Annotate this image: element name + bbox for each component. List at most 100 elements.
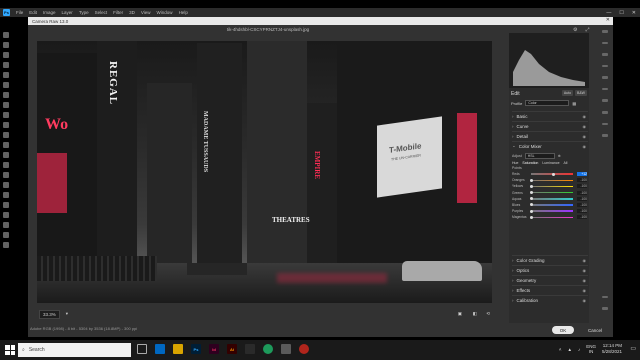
profile-browser-icon[interactable]: ▦	[572, 101, 576, 106]
app-icon[interactable]	[245, 344, 255, 354]
edge-icon[interactable]	[155, 344, 165, 354]
eye-icon[interactable]: ◉	[583, 114, 587, 119]
eye-icon[interactable]: ◉	[583, 298, 587, 303]
slider-value[interactable]: -100	[577, 190, 587, 195]
path-select-tool-icon[interactable]	[3, 202, 9, 208]
zoom-tool-icon[interactable]	[3, 232, 9, 238]
section-calibration[interactable]: › Calibration ◉	[512, 295, 588, 304]
slider-value[interactable]: +12	[577, 172, 587, 177]
slider-thumb[interactable]	[530, 209, 533, 213]
eye-icon[interactable]: ◉	[583, 278, 587, 283]
slider-track[interactable]	[531, 172, 573, 176]
color-swatches-icon[interactable]	[3, 242, 9, 248]
menu-select[interactable]: Select	[95, 10, 108, 15]
file-info[interactable]: Adobe RGB (1998) - 8 bit - 5304 by 3536 …	[30, 326, 137, 331]
menu-layer[interactable]: Layer	[62, 10, 73, 15]
target-adjust-icon[interactable]: ⊕	[558, 154, 561, 158]
taskbar-search[interactable]: ⌕ Search	[18, 343, 131, 357]
crop-rotate-icon[interactable]	[602, 41, 608, 45]
presets-icon[interactable]	[602, 122, 608, 126]
menu-filter[interactable]: Filter	[113, 10, 123, 15]
slider-track[interactable]	[530, 215, 573, 219]
windows-start-icon[interactable]	[5, 345, 15, 355]
history-brush-tool-icon[interactable]	[3, 132, 9, 138]
slider-thumb[interactable]	[530, 191, 533, 195]
file-explorer-icon[interactable]	[173, 344, 183, 354]
language-indicator[interactable]: ENG IN	[586, 344, 596, 354]
type-tool-icon[interactable]	[3, 192, 9, 198]
opera-icon[interactable]	[299, 344, 309, 354]
chrome-icon[interactable]	[263, 344, 273, 354]
slider-track[interactable]	[530, 197, 573, 201]
cancel-button[interactable]: Cancel	[584, 326, 606, 334]
clock[interactable]: 12:14 PM 5/28/2021	[602, 343, 622, 355]
bw-button[interactable]: B&W	[575, 90, 587, 96]
zoom-level[interactable]: 33.3%	[39, 309, 60, 319]
slider-thumb[interactable]	[530, 184, 533, 188]
ok-button[interactable]: OK	[552, 326, 574, 334]
photo-preview[interactable]: Wo REGAL MADAME TUSSAUDS EMPIRE THEATRES…	[37, 41, 492, 303]
snapshots-icon[interactable]	[602, 111, 608, 114]
slider-track[interactable]	[530, 191, 573, 195]
menu-type[interactable]: Type	[79, 10, 89, 15]
move-tool-icon[interactable]	[3, 32, 9, 38]
section-detail[interactable]: › Detail ◉	[512, 131, 588, 140]
slider-value[interactable]: -100	[577, 196, 587, 201]
section-basic[interactable]: › Basic ◉	[512, 111, 588, 120]
photoshop-taskbar-icon[interactable]: Ps	[191, 344, 201, 354]
eye-icon[interactable]: ◉	[583, 288, 587, 293]
eye-icon[interactable]: ◉	[583, 134, 587, 139]
stamp-tool-icon[interactable]	[3, 122, 9, 128]
brush-tool-icon[interactable]	[3, 112, 9, 118]
menu-image[interactable]: Image	[43, 10, 56, 15]
spot-removal-icon[interactable]	[602, 53, 608, 56]
eraser-tool-icon[interactable]	[3, 142, 9, 148]
eyedropper-tool-icon[interactable]	[3, 92, 9, 98]
menu-view[interactable]: View	[141, 10, 151, 15]
lasso-tool-icon[interactable]	[3, 52, 9, 58]
hand-icon[interactable]	[602, 307, 608, 310]
graduated-filter-icon[interactable]	[602, 76, 608, 79]
slider-thumb[interactable]	[530, 215, 533, 219]
section-color-grading[interactable]: › Color Grading ◉	[512, 255, 588, 264]
compare-view-icon[interactable]: ▣	[458, 311, 462, 317]
slider-track[interactable]	[530, 209, 573, 213]
slider-thumb[interactable]	[530, 178, 533, 182]
zoom-icon[interactable]	[602, 295, 608, 299]
quick-select-tool-icon[interactable]	[3, 62, 9, 68]
radial-filter-icon[interactable]	[602, 87, 608, 91]
slider-thumb[interactable]	[530, 203, 533, 207]
crop-tool-icon[interactable]	[3, 72, 9, 78]
before-after-icon[interactable]: ◧	[473, 311, 477, 317]
section-color-mixer[interactable]: ⌄ Color Mixer ◉	[512, 141, 588, 150]
minimize-icon[interactable]: —	[606, 10, 611, 16]
more-options-icon[interactable]	[602, 134, 608, 137]
marquee-tool-icon[interactable]	[3, 42, 9, 48]
slider-track[interactable]	[530, 203, 573, 207]
section-geometry[interactable]: › Geometry ◉	[512, 275, 588, 284]
slider-track[interactable]	[530, 178, 573, 182]
eye-icon[interactable]: ◉	[583, 144, 587, 149]
menu-edit[interactable]: Edit	[29, 10, 37, 15]
dodge-tool-icon[interactable]	[3, 172, 9, 178]
toggle-settings-icon[interactable]: ⟲	[486, 311, 490, 317]
profile-select[interactable]: Color	[525, 100, 570, 106]
edit-tool-icon[interactable]	[602, 30, 608, 33]
slider-track[interactable]	[530, 184, 573, 188]
gradient-tool-icon[interactable]	[3, 152, 9, 158]
zoom-dropdown-icon[interactable]: ▾	[66, 311, 68, 317]
blur-tool-icon[interactable]	[3, 162, 9, 168]
tray-chevron-icon[interactable]: ˄	[559, 347, 562, 352]
red-eye-icon[interactable]	[602, 99, 608, 103]
hand-tool-icon[interactable]	[3, 222, 9, 228]
volume-icon[interactable]: ♪	[578, 347, 580, 352]
illustrator-taskbar-icon[interactable]: Ai	[227, 344, 237, 354]
eye-icon[interactable]: ◉	[583, 258, 587, 263]
frame-tool-icon[interactable]	[3, 82, 9, 88]
close-icon[interactable]: ✕	[632, 10, 636, 16]
eye-icon[interactable]: ◉	[583, 124, 587, 129]
healing-tool-icon[interactable]	[3, 102, 9, 108]
slider-value[interactable]: -100	[577, 178, 587, 183]
eye-icon[interactable]: ◉	[583, 268, 587, 273]
dialog-close-icon[interactable]: ✕	[606, 17, 610, 23]
